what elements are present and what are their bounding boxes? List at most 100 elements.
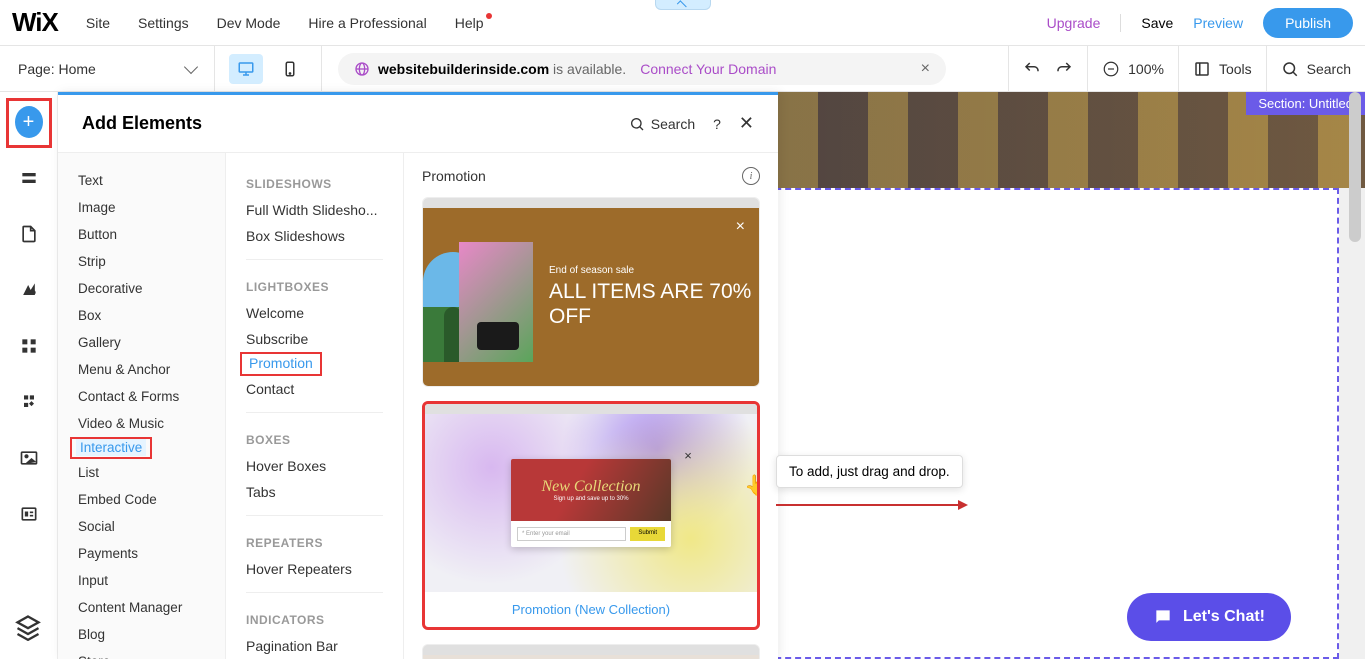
domain-name: websitebuilderinside.com: [378, 61, 549, 77]
cat-menu-anchor[interactable]: Menu & Anchor: [58, 356, 225, 383]
current-page-label: Page: Home: [18, 61, 96, 77]
layers-button[interactable]: [14, 613, 42, 641]
menu-help[interactable]: Help: [455, 15, 484, 31]
group-indicators: INDICATORS: [226, 603, 403, 633]
cat-text[interactable]: Text: [58, 167, 225, 194]
group-slideshows: SLIDESHOWS: [226, 167, 403, 197]
cat-decorative[interactable]: Decorative: [58, 275, 225, 302]
menu-devmode[interactable]: Dev Mode: [217, 15, 281, 31]
tools-button[interactable]: Tools: [1193, 60, 1252, 78]
preview-button[interactable]: Preview: [1193, 15, 1243, 31]
preview2-email-input: * Enter your email: [517, 527, 626, 541]
cat-blog[interactable]: Blog: [58, 621, 225, 648]
panel-close-icon[interactable]: ✕: [739, 113, 754, 134]
save-button[interactable]: Save: [1141, 15, 1173, 31]
chevron-down-icon: [184, 60, 198, 74]
dismiss-domain-icon[interactable]: ×: [921, 60, 930, 78]
sub-pagination-bar[interactable]: Pagination Bar: [226, 633, 403, 659]
cat-social[interactable]: Social: [58, 513, 225, 540]
menu-hire[interactable]: Hire a Professional: [308, 15, 426, 31]
preview2-subtitle: Sign up and save up to 30%: [553, 496, 628, 502]
rail-design-icon[interactable]: [15, 276, 43, 304]
wix-logo: WiX: [12, 7, 58, 38]
page-scrollbar[interactable]: [1349, 92, 1361, 242]
desktop-view-button[interactable]: [229, 54, 263, 84]
group-repeaters: REPEATERS: [226, 526, 403, 556]
sub-contact[interactable]: Contact: [226, 376, 403, 402]
rail-cms-icon[interactable]: [15, 500, 43, 528]
cursor-hand-icon: 👆: [744, 473, 760, 498]
group-boxes: BOXES: [226, 423, 403, 453]
cat-list[interactable]: List: [58, 459, 225, 486]
sub-welcome[interactable]: Welcome: [226, 300, 403, 326]
publish-button[interactable]: Publish: [1263, 8, 1353, 38]
redo-button[interactable]: [1055, 60, 1073, 78]
cat-store[interactable]: Store: [58, 648, 225, 659]
panel-help-icon[interactable]: ?: [713, 116, 721, 132]
preview1-close-icon: ×: [736, 218, 745, 236]
sub-hover-boxes[interactable]: Hover Boxes: [226, 453, 403, 479]
zoom-control[interactable]: 100%: [1102, 60, 1164, 78]
chat-widget[interactable]: Let's Chat!: [1127, 593, 1291, 641]
menu-settings[interactable]: Settings: [138, 15, 189, 31]
divider: [1120, 14, 1121, 32]
page-selector[interactable]: Page: Home: [0, 46, 215, 91]
domain-available-text: is available.: [549, 61, 626, 77]
cat-payments[interactable]: Payments: [58, 540, 225, 567]
promotion-template-2[interactable]: × New Collection Sign up and save up to …: [422, 401, 760, 630]
cat-gallery[interactable]: Gallery: [58, 329, 225, 356]
sub-subscribe[interactable]: Subscribe: [226, 326, 403, 352]
panel-search[interactable]: Search: [629, 116, 695, 132]
rail-sections-icon[interactable]: [15, 164, 43, 192]
sub-promotion-highlight: Promotion: [240, 352, 322, 376]
cat-content-manager[interactable]: Content Manager: [58, 594, 225, 621]
category-list[interactable]: Text Image Button Strip Decorative Box G…: [58, 153, 226, 659]
cat-box[interactable]: Box: [58, 302, 225, 329]
section-label[interactable]: Section: Untitled: [1246, 92, 1365, 115]
cat-input[interactable]: Input: [58, 567, 225, 594]
sub-fullwidth-slideshow[interactable]: Full Width Slidesho...: [226, 197, 403, 223]
panel-title: Add Elements: [82, 113, 202, 134]
cat-button[interactable]: Button: [58, 221, 225, 248]
top-drawer-handle[interactable]: [655, 0, 711, 10]
preview2-submit: Submit: [630, 527, 665, 541]
mobile-view-button[interactable]: [273, 54, 307, 84]
rail-apps-icon[interactable]: [15, 332, 43, 360]
promotion-template-3[interactable]: [422, 644, 760, 659]
preview2-caption: Promotion (New Collection): [425, 592, 757, 627]
add-elements-panel: Add Elements Search ? ✕ Text Image Butto…: [58, 92, 778, 659]
cat-image[interactable]: Image: [58, 194, 225, 221]
cat-embed[interactable]: Embed Code: [58, 486, 225, 513]
cat-video-music[interactable]: Video & Music: [58, 410, 225, 437]
add-elements-button[interactable]: +: [15, 108, 43, 136]
cat-strip[interactable]: Strip: [58, 248, 225, 275]
preview2-title: New Collection: [541, 478, 640, 496]
cat-interactive[interactable]: Interactive: [76, 439, 146, 456]
editor-toolbar: Page: Home websitebuilderinside.com is a…: [0, 46, 1365, 92]
info-icon[interactable]: i: [742, 167, 760, 185]
globe-icon: [354, 61, 370, 77]
promotion-template-1[interactable]: × End of season sale ALL ITEMS ARE 70% O…: [422, 197, 760, 387]
chat-icon: [1153, 607, 1173, 627]
connect-domain-link[interactable]: Connect Your Domain: [640, 61, 776, 77]
sub-hover-repeaters[interactable]: Hover Repeaters: [226, 556, 403, 582]
sub-tabs[interactable]: Tabs: [226, 479, 403, 505]
preview1-fashion-graphic: [459, 242, 533, 362]
rail-media-icon[interactable]: [15, 444, 43, 472]
preview-section-title: Promotion: [422, 168, 486, 184]
left-rail: +: [0, 92, 58, 659]
search-button[interactable]: Search: [1281, 60, 1351, 78]
cat-interactive-highlight: Interactive: [70, 437, 152, 459]
rail-business-icon[interactable]: [15, 388, 43, 416]
rail-pages-icon[interactable]: [15, 220, 43, 248]
preview-column[interactable]: Promotion i × End of season sale ALL ITE…: [404, 153, 778, 659]
sub-box-slideshows[interactable]: Box Slideshows: [226, 223, 403, 249]
sub-promotion[interactable]: Promotion: [247, 354, 315, 372]
preview1-text: End of season sale ALL ITEMS ARE 70% OFF: [549, 265, 759, 328]
upgrade-link[interactable]: Upgrade: [1047, 15, 1101, 31]
undo-button[interactable]: [1023, 60, 1041, 78]
subcategory-list[interactable]: SLIDESHOWS Full Width Slidesho... Box Sl…: [226, 153, 404, 659]
preview2-inner-card: New Collection Sign up and save up to 30…: [511, 459, 671, 547]
menu-site[interactable]: Site: [86, 15, 110, 31]
cat-contact-forms[interactable]: Contact & Forms: [58, 383, 225, 410]
